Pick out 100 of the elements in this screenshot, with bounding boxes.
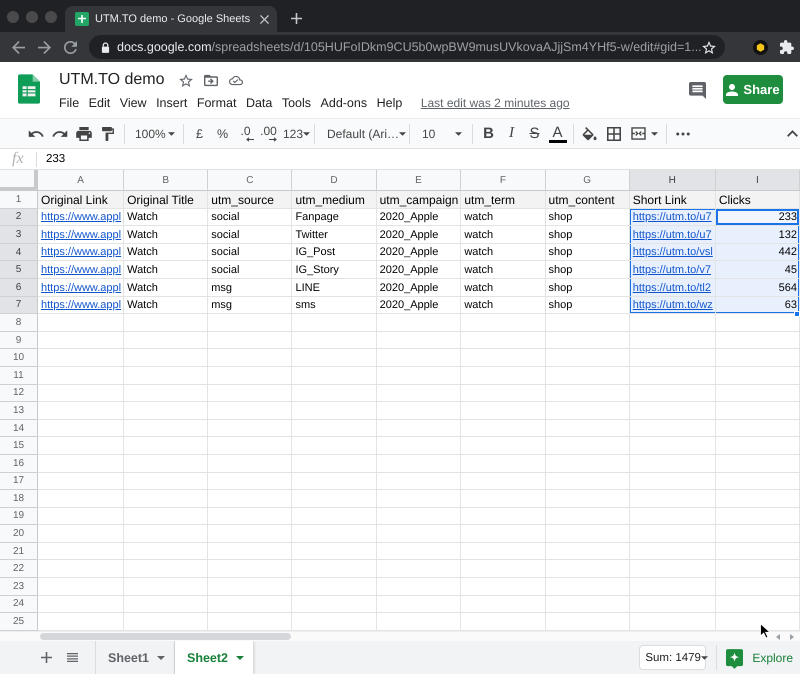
- font-dropdown[interactable]: Default (Ari…: [319, 122, 405, 146]
- link-cell[interactable]: https://utm.to/u7: [630, 226, 716, 244]
- chevron-up-icon[interactable]: [787, 130, 798, 137]
- link-cell[interactable]: https://www.appl: [38, 226, 124, 244]
- row-header[interactable]: 2: [0, 208, 38, 226]
- close-icon[interactable]: [260, 14, 269, 24]
- folder-arrow-icon[interactable]: [204, 74, 218, 86]
- list-icon[interactable]: [67, 652, 78, 663]
- explore-button[interactable]: Explore: [726, 641, 800, 674]
- link-cell[interactable]: https://www.appl: [38, 244, 124, 262]
- menu-item[interactable]: Data: [246, 96, 272, 110]
- menu-item[interactable]: Insert: [156, 96, 188, 110]
- row-header[interactable]: 14: [0, 420, 38, 438]
- row-header[interactable]: 17: [0, 472, 38, 490]
- row-header[interactable]: 23: [0, 578, 38, 596]
- column-header[interactable]: D: [292, 170, 377, 191]
- color-bar-icon: [548, 140, 566, 142]
- link-cell[interactable]: https://utm.to/tl2: [630, 278, 716, 297]
- row-header[interactable]: 25: [0, 613, 38, 631]
- row-header[interactable]: 19: [0, 508, 38, 526]
- row-header[interactable]: 6: [0, 278, 38, 297]
- bookmark-star-icon[interactable]: [702, 40, 716, 54]
- reload-icon[interactable]: [64, 40, 77, 54]
- share-button[interactable]: Share: [723, 75, 783, 104]
- row-header[interactable]: 15: [0, 437, 38, 455]
- table-cell: social: [208, 208, 292, 226]
- font-size-dropdown[interactable]: 10: [414, 122, 468, 146]
- column-header[interactable]: A: [38, 170, 124, 191]
- document-title[interactable]: UTM.TO demo: [59, 71, 164, 89]
- row-header[interactable]: 3: [0, 226, 38, 244]
- link-cell[interactable]: https://www.appl: [38, 296, 124, 314]
- increase-decimal-button[interactable]: .00: [257, 122, 280, 146]
- table-cell: watch: [461, 244, 546, 262]
- link-cell[interactable]: https://utm.to/v7: [630, 261, 716, 279]
- menu-item[interactable]: File: [59, 96, 80, 110]
- row-header[interactable]: 11: [0, 366, 38, 385]
- sheet-tab[interactable]: Sheet2: [175, 641, 254, 674]
- menu-item[interactable]: Format: [196, 96, 236, 110]
- row-header[interactable]: 24: [0, 596, 38, 614]
- decrease-decimal-button[interactable]: .0: [234, 122, 257, 146]
- puzzle-piece-icon[interactable]: [780, 40, 794, 54]
- menu-item[interactable]: Help: [376, 96, 402, 110]
- link-cell[interactable]: https://utm.to/wz: [630, 296, 716, 314]
- spreadsheet-logo-icon[interactable]: [18, 74, 40, 104]
- browser-tab[interactable]: UTM.TO demo - Google Sheets: [65, 6, 277, 32]
- caret-icon: [157, 656, 165, 660]
- link-cell[interactable]: https://www.appl: [38, 208, 124, 226]
- column-header[interactable]: B: [124, 170, 208, 191]
- address-field[interactable]: docs.google.com/spreadsheets/d/105HUFoIDkm9CU5b0wpBW9musUVkovaAJjjSm4YHf5-w/edit#gid=1...: [89, 35, 725, 59]
- link-cell[interactable]: https://www.appl: [38, 278, 124, 297]
- menu-item[interactable]: View: [120, 96, 147, 110]
- row-header[interactable]: 22: [0, 560, 38, 578]
- row-header[interactable]: 10: [0, 349, 38, 367]
- column-header[interactable]: I: [716, 170, 800, 191]
- italic-button[interactable]: I: [500, 122, 523, 146]
- back-icon[interactable]: [12, 40, 25, 54]
- last-edit-link[interactable]: Last edit was 2 minutes ago: [420, 96, 570, 110]
- row-header[interactable]: 5: [0, 261, 38, 279]
- menu-item[interactable]: Add-ons: [320, 96, 368, 110]
- hexagon-extension-icon[interactable]: [753, 40, 768, 54]
- row-header[interactable]: 21: [0, 542, 38, 560]
- row-header[interactable]: 7: [0, 296, 38, 314]
- row-header[interactable]: 16: [0, 454, 38, 472]
- currency-button[interactable]: £: [188, 122, 211, 146]
- row-header[interactable]: 18: [0, 490, 38, 508]
- strikethrough-button[interactable]: S: [523, 122, 546, 146]
- link-cell[interactable]: https://utm.to/vsl: [630, 244, 716, 262]
- column-header[interactable]: E: [376, 170, 462, 191]
- row-header[interactable]: 8: [0, 314, 38, 332]
- new-tab-icon[interactable]: [291, 13, 302, 24]
- row-header[interactable]: 12: [0, 384, 38, 402]
- percent-button[interactable]: %: [211, 122, 234, 146]
- column-header[interactable]: H: [630, 170, 716, 191]
- row-header[interactable]: 20: [0, 525, 38, 543]
- column-header[interactable]: F: [461, 170, 546, 191]
- forward-icon[interactable]: [38, 40, 51, 54]
- link-cell[interactable]: https://www.appl: [38, 261, 124, 279]
- row-header[interactable]: 4: [0, 244, 38, 262]
- fill-handle[interactable]: [794, 311, 800, 318]
- cloud-check-icon[interactable]: [228, 74, 242, 86]
- horizontal-scrollbar[interactable]: [40, 633, 291, 640]
- link-cell[interactable]: https://utm.to/u7: [630, 208, 716, 226]
- column-header[interactable]: C: [208, 170, 292, 191]
- number-format-dropdown[interactable]: 123: [280, 122, 310, 146]
- menu-item[interactable]: Edit: [88, 96, 110, 110]
- text-color-button[interactable]: A: [546, 122, 569, 146]
- zoom-dropdown[interactable]: 100%: [129, 122, 179, 146]
- formula-input[interactable]: 233: [46, 153, 66, 165]
- plus-icon[interactable]: [41, 652, 52, 663]
- menu-item[interactable]: Tools: [282, 96, 312, 110]
- column-header[interactable]: G: [546, 170, 630, 191]
- caret-icon[interactable]: [651, 132, 658, 136]
- table-cell: msg: [208, 296, 292, 314]
- row-header[interactable]: 9: [0, 332, 38, 350]
- row-header[interactable]: 1: [0, 191, 38, 209]
- star-icon[interactable]: [178, 74, 192, 86]
- comment-icon[interactable]: [689, 82, 706, 99]
- sum-dropdown[interactable]: Sum: 1479: [639, 645, 706, 670]
- row-header[interactable]: 13: [0, 402, 38, 420]
- bold-button[interactable]: B: [477, 122, 500, 146]
